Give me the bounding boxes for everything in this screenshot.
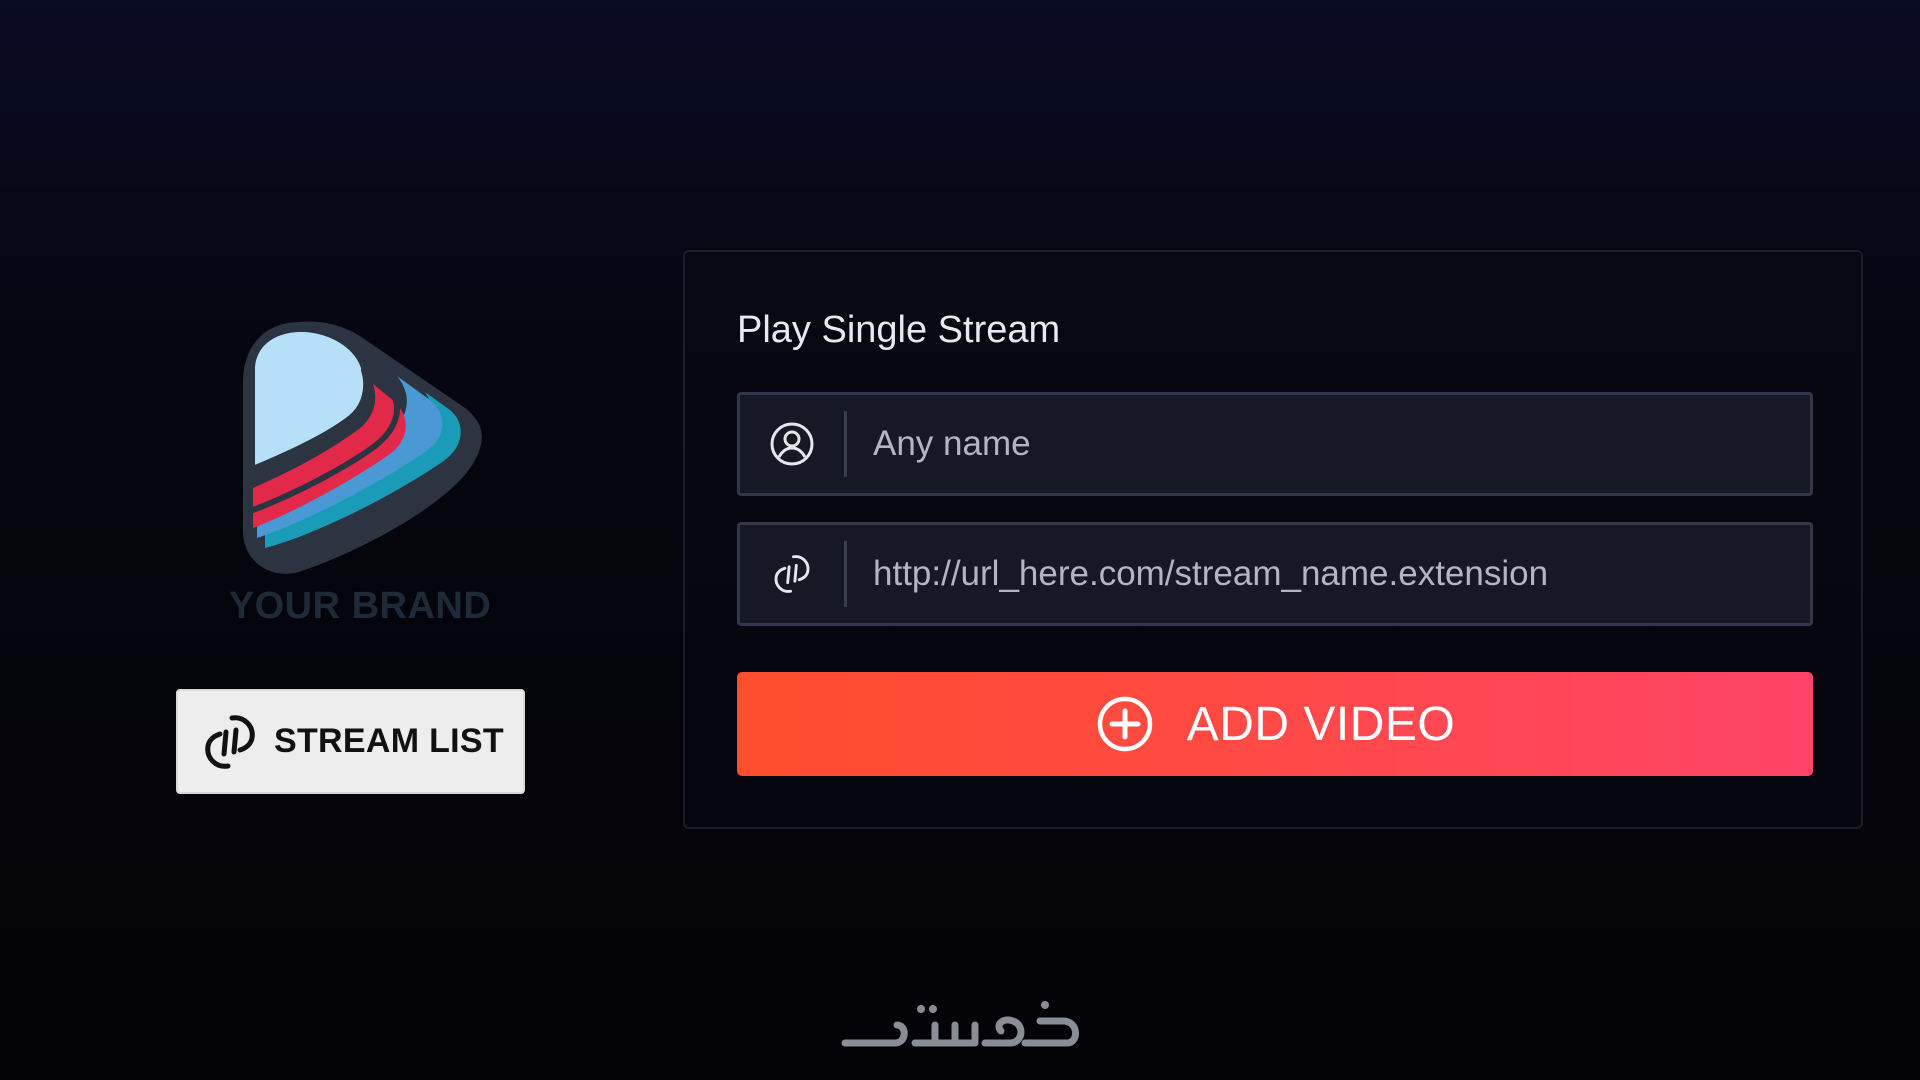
name-field[interactable] (737, 392, 1813, 496)
link-icon (198, 710, 262, 774)
brand-logo: YOUR BRAND (225, 310, 495, 630)
stream-list-label: STREAM LIST (274, 722, 504, 760)
watermark-logo (835, 995, 1085, 1065)
user-icon (740, 395, 844, 493)
play-logo-icon (243, 321, 482, 574)
link-icon (740, 525, 844, 623)
app-screen: YOUR BRAND STREAM LIST Play Single Strea… (0, 0, 1920, 1080)
url-input[interactable] (847, 525, 1810, 623)
watermark-image (841, 1001, 1079, 1047)
add-video-label: ADD VIDEO (1186, 697, 1456, 751)
stream-list-button[interactable]: STREAM LIST (176, 689, 525, 794)
plus-circle-icon (1095, 694, 1155, 754)
name-input[interactable] (847, 395, 1810, 493)
brand-name: YOUR BRAND (228, 585, 492, 627)
add-video-button[interactable]: ADD VIDEO (737, 672, 1813, 776)
panel-title: Play Single Stream (737, 309, 1061, 351)
play-stream-panel: Play Single Stream Any name http://url_h… (683, 250, 1863, 829)
url-field[interactable] (737, 522, 1813, 626)
